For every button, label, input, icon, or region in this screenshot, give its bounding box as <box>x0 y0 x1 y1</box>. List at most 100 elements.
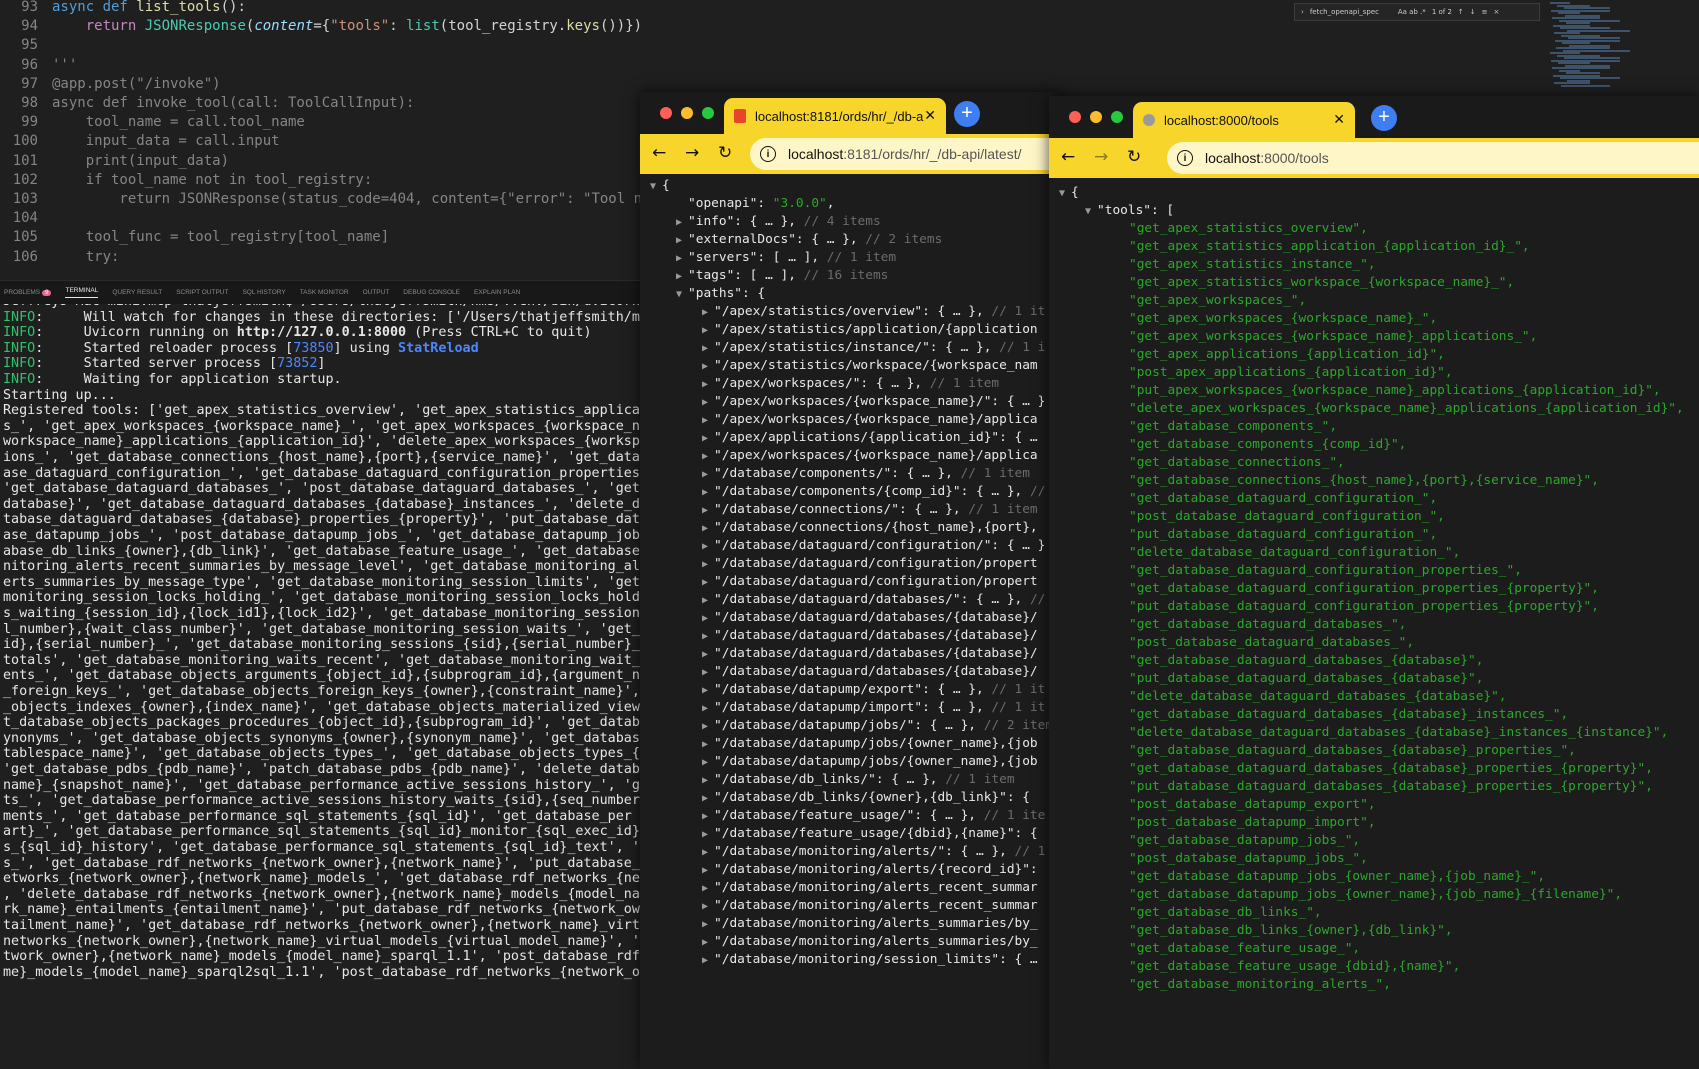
back-icon[interactable]: ← <box>652 143 666 163</box>
json-line[interactable]: ▶ "/database/dataguard/databases/{databa… <box>702 627 1038 645</box>
tool-item[interactable]: "get_database_components_{comp_id}", <box>1129 436 1406 454</box>
json-line[interactable]: ▶ "/database/monitoring/alerts_recent_su… <box>702 879 1038 897</box>
tool-item[interactable]: "get_database_feature_usage_{dbid},{name… <box>1129 958 1460 976</box>
forward-icon[interactable]: → <box>1094 147 1108 167</box>
json-line[interactable]: ▶ "/apex/workspaces/": { … }, // 1 item <box>702 375 999 393</box>
code-line[interactable]: 95 <box>0 35 52 55</box>
tool-item[interactable]: "delete_apex_workspaces_{workspace_name}… <box>1129 400 1684 418</box>
maximize-window-button[interactable] <box>702 107 714 119</box>
json-line[interactable]: ▶ "/apex/workspaces/{workspace_name}/app… <box>702 447 1038 465</box>
tool-item[interactable]: "get_database_dataguard_configuration_pr… <box>1129 562 1522 580</box>
close-tab-icon[interactable]: ✕ <box>924 107 936 124</box>
expand-triangle-icon[interactable]: ▶ <box>702 865 714 876</box>
tool-item[interactable]: "get_database_dataguard_configuration_pr… <box>1129 580 1599 598</box>
code-line[interactable]: 99 tool_name = call.tool_name <box>0 112 305 132</box>
tool-item[interactable]: "get_database_connections_{host_name},{p… <box>1129 472 1599 490</box>
expand-triangle-icon[interactable]: ▶ <box>702 829 714 840</box>
json-line[interactable]: ▶ "/database/dataguard/databases/{databa… <box>702 645 1038 663</box>
json-line[interactable]: ▶ "info": { … }, // 4 items <box>676 213 881 231</box>
expand-triangle-icon[interactable]: ▶ <box>702 631 714 642</box>
expand-triangle-icon[interactable] <box>676 199 688 210</box>
tool-item[interactable]: "get_database_datapump_jobs_{owner_name}… <box>1129 868 1545 886</box>
code-line[interactable]: 103 return JSONResponse(status_code=404,… <box>0 189 642 209</box>
tool-item[interactable]: "get_apex_workspaces_{workspace_name}_ap… <box>1129 328 1537 346</box>
json-line[interactable]: ▶ "servers": [ … ], // 1 item <box>676 249 896 267</box>
json-line[interactable]: ▶ "externalDocs": { … }, // 2 items <box>676 231 942 249</box>
json-line[interactable]: ▶ "/database/feature_usage/": { … }, // … <box>702 807 1045 825</box>
json-line[interactable]: ▶ "/database/dataguard/databases/{databa… <box>702 663 1038 681</box>
expand-triangle-icon[interactable]: ▶ <box>676 235 688 246</box>
expand-triangle-icon[interactable]: ▶ <box>702 613 714 624</box>
json-line[interactable]: ▼ "paths": { <box>676 285 765 303</box>
json-tools-key[interactable]: ▼ "tools": [ <box>1085 202 1174 220</box>
tab-explain-plan[interactable]: EXPLAIN PLAN <box>474 289 520 296</box>
tab-ords[interactable]: localhost:8181/ords/hr/_/db-a ✕ <box>724 98 946 134</box>
json-viewer[interactable]: ▼ { ▼ "tools": [ "get_apex_statistics_ov… <box>1049 178 1699 1069</box>
collapse-triangle-icon[interactable]: ▼ <box>650 181 662 192</box>
json-line[interactable]: ▶ "/apex/workspaces/{workspace_name}/app… <box>702 411 1038 429</box>
json-line[interactable]: ▶ "/database/monitoring/alerts/": { … },… <box>702 843 1045 861</box>
tool-item[interactable]: "delete_database_dataguard_databases_{da… <box>1129 724 1668 742</box>
maximize-window-button[interactable] <box>1111 111 1123 123</box>
expand-triangle-icon[interactable]: ▶ <box>702 451 714 462</box>
json-line[interactable]: ▶ "/database/dataguard/configuration/": … <box>702 537 1045 555</box>
tab-tools[interactable]: localhost:8000/tools ✕ <box>1133 102 1355 138</box>
tool-item[interactable]: "get_database_dataguard_databases_{datab… <box>1129 706 1568 724</box>
tab-problems[interactable]: PROBLEMS 9 <box>4 289 52 296</box>
close-window-button[interactable] <box>1069 111 1081 123</box>
code-line[interactable]: 106 try: <box>0 247 120 267</box>
code-line[interactable]: 96 ''' <box>0 55 77 75</box>
tool-item[interactable]: "put_database_dataguard_databases_{datab… <box>1129 670 1483 688</box>
back-icon[interactable]: ← <box>1061 147 1075 167</box>
json-line[interactable]: ▶ "/database/dataguard/databases/": { … … <box>702 591 1045 609</box>
tool-item[interactable]: "post_database_datapump_jobs_", <box>1129 850 1368 868</box>
menu-icon[interactable]: ≡ <box>1482 8 1488 16</box>
tool-item[interactable]: "get_database_dataguard_configuration_", <box>1129 490 1437 508</box>
code-line[interactable]: 98 async def invoke_tool(call: ToolCallIn… <box>0 93 414 113</box>
tool-item[interactable]: "get_database_dataguard_databases_{datab… <box>1129 760 1653 778</box>
expand-triangle-icon[interactable]: ▶ <box>702 811 714 822</box>
json-line[interactable]: ▶ "/database/datapump/jobs/{owner_name},… <box>702 753 1038 771</box>
json-line[interactable]: ▶ "/apex/statistics/instance/": { … }, /… <box>702 339 1045 357</box>
terminal[interactable]: Jeffreys-Mac-mini:mcp thatjeffsmith$ /Us… <box>0 304 640 1069</box>
forward-icon[interactable]: → <box>685 143 699 163</box>
tool-item[interactable]: "get_apex_applications_{application_id}"… <box>1129 346 1445 364</box>
tab-terminal[interactable]: TERMINAL <box>65 287 99 298</box>
tool-item[interactable]: "get_database_db_links_{owner},{db_link}… <box>1129 922 1453 940</box>
tool-item[interactable]: "put_database_dataguard_databases_{datab… <box>1129 778 1653 796</box>
expand-triangle-icon[interactable]: ▶ <box>702 649 714 660</box>
expand-triangle-icon[interactable]: ▶ <box>702 937 714 948</box>
reload-icon[interactable]: ↻ <box>1127 147 1141 167</box>
tool-item[interactable]: "get_apex_statistics_instance_", <box>1129 256 1376 274</box>
tool-item[interactable]: "delete_database_dataguard_databases_{da… <box>1129 688 1507 706</box>
json-line[interactable]: ▶ "/apex/statistics/application/{applica… <box>702 321 1038 339</box>
expand-triangle-icon[interactable]: ▶ <box>702 559 714 570</box>
chevron-right-icon[interactable]: › <box>1301 8 1304 16</box>
collapse-triangle-icon[interactable]: ▼ <box>676 289 688 300</box>
tab-output[interactable]: OUTPUT <box>363 289 390 296</box>
close-window-button[interactable] <box>660 107 672 119</box>
json-line[interactable]: ▶ "/database/components/{comp_id}": { … … <box>702 483 1045 501</box>
minimize-window-button[interactable] <box>1090 111 1102 123</box>
find-widget[interactable]: › fetch_openapi_spec Aa ab .* 1 of 2 ↑ ↓… <box>1294 3 1540 21</box>
json-line[interactable]: ▶ "/database/db_links/{owner},{db_link}"… <box>702 789 1030 807</box>
code-line[interactable]: 102 if tool_name not in tool_registry: <box>0 170 373 190</box>
json-line[interactable]: ▶ "tags": [ … ], // 16 items <box>676 267 888 285</box>
tool-item[interactable]: "get_database_datapump_jobs_", <box>1129 832 1360 850</box>
minimize-window-button[interactable] <box>681 107 693 119</box>
tool-item[interactable]: "get_database_connections_", <box>1129 454 1345 472</box>
tool-item[interactable]: "get_apex_workspaces_{workspace_name}_", <box>1129 310 1437 328</box>
expand-triangle-icon[interactable]: ▶ <box>702 667 714 678</box>
tab-query-result[interactable]: QUERY RESULT <box>112 289 162 296</box>
json-line[interactable]: ▶ "/database/datapump/jobs/{owner_name},… <box>702 735 1038 753</box>
expand-triangle-icon[interactable]: ▶ <box>702 361 714 372</box>
collapse-triangle-icon[interactable]: ▼ <box>1085 206 1097 217</box>
tool-item[interactable]: "get_apex_statistics_application_{applic… <box>1129 238 1530 256</box>
expand-triangle-icon[interactable]: ▶ <box>702 595 714 606</box>
expand-triangle-icon[interactable]: ▶ <box>676 271 688 282</box>
code-line[interactable]: 93 async def list_tools(): <box>0 0 246 17</box>
collapse-triangle-icon[interactable]: ▼ <box>1059 188 1071 199</box>
expand-triangle-icon[interactable]: ▶ <box>702 739 714 750</box>
expand-triangle-icon[interactable]: ▶ <box>702 955 714 966</box>
new-tab-button[interactable]: + <box>954 101 980 127</box>
